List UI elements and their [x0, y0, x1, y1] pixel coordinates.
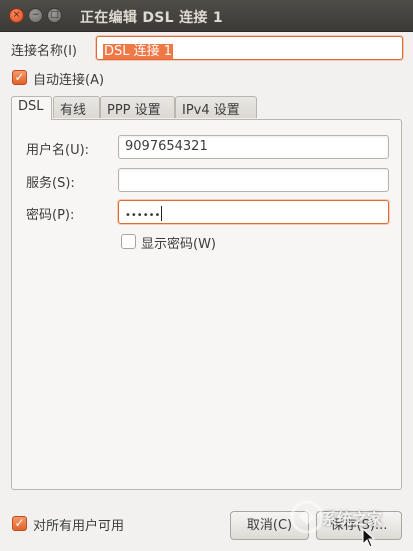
tab-ppp-settings[interactable]: PPP 设置 — [100, 96, 175, 118]
mouse-cursor-icon — [362, 528, 376, 548]
tab-dsl[interactable]: DSL — [11, 96, 52, 120]
username-label: 用户名(U): — [26, 143, 90, 158]
window-maximize-button[interactable]: □ — [47, 8, 62, 23]
password-field[interactable]: •••••• — [118, 200, 389, 224]
watermark-logo-icon — [290, 500, 324, 534]
connection-name-field[interactable]: DSL 连接 1 — [96, 36, 403, 60]
connection-name-label: 连接名称(I) — [11, 44, 77, 59]
tab-wired[interactable]: 有线 — [53, 96, 100, 118]
connection-name-value: DSL 连接 1 — [103, 44, 174, 59]
username-value: 9097654321 — [125, 139, 208, 154]
password-label: 密码(P): — [26, 208, 75, 223]
checkmark-icon: ✓ — [14, 70, 25, 84]
title-bar[interactable]: × − □ 正在编辑 DSL 连接 1 — [0, 0, 413, 32]
close-icon: × — [12, 10, 21, 20]
window-title: 正在编辑 DSL 连接 1 — [80, 10, 223, 26]
watermark-text: 系统之家 — [322, 510, 383, 528]
maximize-icon: □ — [50, 10, 59, 20]
all-users-checkbox[interactable]: ✓ — [12, 516, 27, 531]
service-label: 服务(S): — [26, 176, 75, 191]
window-minimize-button[interactable]: − — [28, 8, 43, 23]
text-caret — [161, 206, 163, 221]
auto-connect-label[interactable]: 自动连接(A) — [33, 69, 104, 88]
window-close-button[interactable]: × — [9, 8, 24, 23]
tab-ipv4-settings[interactable]: IPv4 设置 — [175, 96, 257, 118]
all-users-label[interactable]: 对所有用户可用 — [33, 515, 124, 534]
minimize-icon: − — [31, 10, 40, 20]
show-password-checkbox[interactable] — [121, 234, 136, 249]
password-value: •••••• — [125, 210, 161, 221]
username-field[interactable]: 9097654321 — [118, 135, 389, 159]
show-password-label[interactable]: 显示密码(W) — [141, 233, 216, 252]
service-field[interactable] — [118, 168, 389, 192]
edit-connection-window: × − □ 正在编辑 DSL 连接 1 连接名称(I) DSL 连接 1 ✓ 自… — [0, 0, 413, 551]
auto-connect-checkbox[interactable]: ✓ — [12, 70, 27, 85]
checkmark-icon: ✓ — [14, 516, 25, 530]
